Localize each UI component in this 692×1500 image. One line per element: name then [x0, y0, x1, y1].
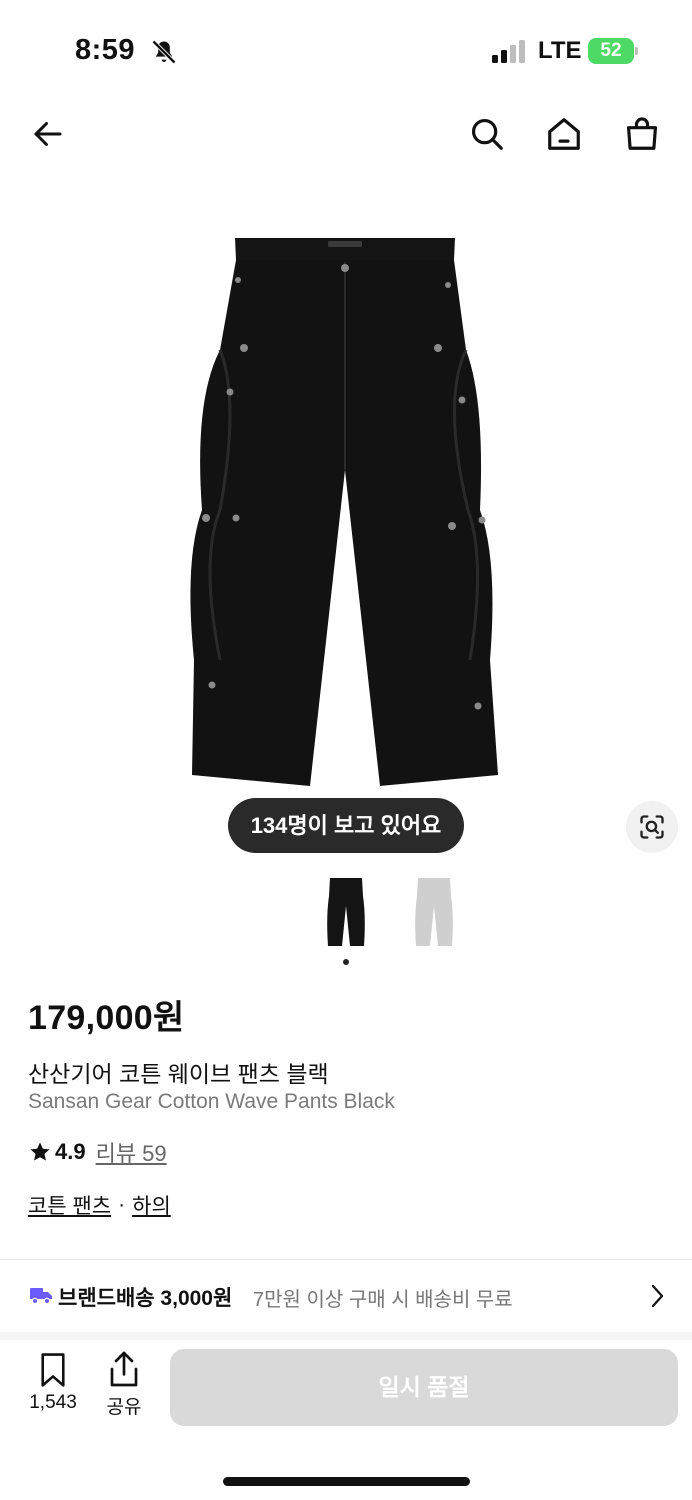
star-icon [30, 1142, 50, 1161]
category-link-bottoms[interactable]: 하의 [132, 1190, 171, 1220]
thumbnail-black[interactable] [318, 872, 374, 952]
lens-scan-icon [640, 815, 664, 839]
product-name-english: Sansan Gear Cotton Wave Pants Black [28, 1090, 395, 1113]
top-nav [0, 100, 692, 170]
bell-muted-icon [152, 40, 176, 64]
chevron-right-icon [651, 1284, 664, 1308]
shipping-info-row[interactable]: 브랜드배송 3,000원 7만원 이상 구매 시 배송비 무료 [0, 1260, 692, 1332]
network-type: LTE [538, 37, 582, 64]
thumbnail-gray[interactable] [406, 872, 462, 952]
save-count: 1,543 [29, 1392, 77, 1413]
carousel-indicator [343, 959, 349, 965]
image-search-button[interactable] [626, 801, 678, 853]
shipping-title: 브랜드배송 3,000원 [58, 1287, 233, 1310]
share-button[interactable]: 공유 [100, 1350, 148, 1420]
rating-row: 4.9 리뷰 59 [28, 1138, 167, 1166]
shopping-bag-icon [626, 117, 658, 150]
home-button[interactable] [540, 110, 588, 158]
status-time: 8:59 [75, 34, 136, 66]
thumbnail-image [327, 878, 365, 946]
truck-icon [30, 1288, 52, 1305]
bookmark-icon [41, 1353, 65, 1387]
search-icon [471, 118, 503, 150]
share-icon [110, 1351, 138, 1387]
product-name-korean: 산산기어 코튼 웨이브 팬츠 블랙 [28, 1061, 329, 1087]
status-bar: 8:59 LTE 52 [0, 0, 692, 100]
category-breadcrumb: 코튼 팬츠 · 하의 [28, 1190, 171, 1220]
home-indicator [223, 1477, 470, 1486]
section-divider [0, 1332, 692, 1340]
viewers-badge: 134명이 보고 있어요 [228, 798, 464, 853]
arrow-left-icon [34, 122, 62, 146]
signal-icon [492, 40, 525, 63]
cart-button[interactable] [618, 110, 666, 158]
buy-button-soldout[interactable]: 일시 품절 [170, 1349, 678, 1426]
search-button[interactable] [463, 110, 511, 158]
battery-icon: 52 [588, 38, 638, 64]
reviews-link[interactable]: 리뷰 59 [96, 1136, 167, 1168]
category-separator: · [118, 1193, 126, 1216]
home-icon [548, 118, 580, 150]
back-button[interactable] [24, 110, 72, 158]
product-image[interactable] [180, 230, 510, 800]
product-price: 179,000원 [28, 999, 185, 1037]
thumbnail-image [415, 878, 453, 946]
rating-value: 4.9 [55, 1139, 86, 1164]
battery-level: 52 [588, 38, 634, 64]
share-label: 공유 [106, 1397, 142, 1418]
category-link-cotton-pants[interactable]: 코튼 팬츠 [28, 1190, 111, 1220]
save-button[interactable]: 1,543 [22, 1350, 84, 1420]
shipping-description: 7만원 이상 구매 시 배송비 무료 [253, 1289, 513, 1311]
